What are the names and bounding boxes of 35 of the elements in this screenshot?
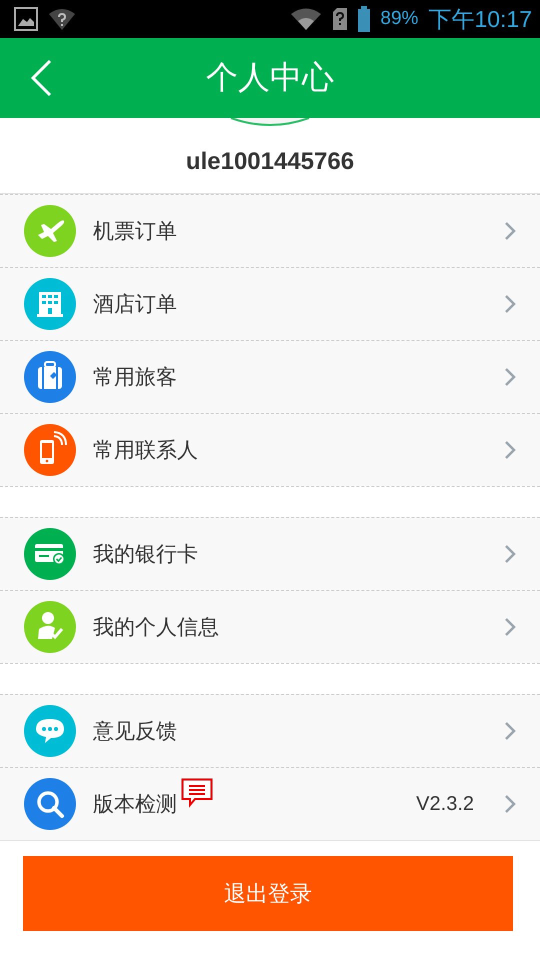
sim-card-icon: [332, 7, 348, 31]
menu-label: 版本检测: [93, 791, 177, 818]
menu-item[interactable]: 机票订单: [0, 195, 540, 268]
menu-label: 酒店订单: [93, 291, 177, 318]
menu-label: 意见反馈: [93, 718, 177, 745]
username: ule1001445766: [186, 148, 354, 176]
wifi-icon: [290, 7, 322, 31]
battery-percentage: 89%: [380, 8, 418, 30]
chevron-right-icon: [504, 794, 516, 814]
chevron-right-icon: [504, 440, 516, 460]
menu-label: 我的个人信息: [93, 614, 219, 641]
menu-label: 常用旅客: [93, 364, 177, 391]
clock-time: 下午10:17: [428, 4, 532, 34]
menu-item[interactable]: 我的银行卡: [0, 518, 540, 591]
chevron-right-icon: [504, 367, 516, 387]
menu-item[interactable]: 版本检测 V2.3.2: [0, 768, 540, 841]
back-icon[interactable]: [30, 60, 52, 96]
menu-item[interactable]: 酒店订单: [0, 268, 540, 341]
chevron-right-icon: [504, 721, 516, 741]
chevron-right-icon: [504, 221, 516, 241]
page-title: 个人中心: [206, 57, 334, 98]
menu-item[interactable]: 意见反馈: [0, 695, 540, 768]
menu-item[interactable]: 常用联系人: [0, 414, 540, 486]
menu-label: 机票订单: [93, 218, 177, 245]
menu-label: 常用联系人: [93, 437, 198, 464]
battery-icon: [358, 6, 370, 32]
version-text: V2.3.2: [416, 792, 474, 816]
chevron-right-icon: [504, 294, 516, 314]
menu-item[interactable]: 我的个人信息: [0, 591, 540, 663]
chevron-right-icon: [504, 544, 516, 564]
chevron-right-icon: [504, 617, 516, 637]
wifi-question-icon: [48, 7, 76, 31]
image-icon: [14, 7, 38, 31]
menu-label: 我的银行卡: [93, 541, 198, 568]
menu-item[interactable]: 常用旅客: [0, 341, 540, 414]
